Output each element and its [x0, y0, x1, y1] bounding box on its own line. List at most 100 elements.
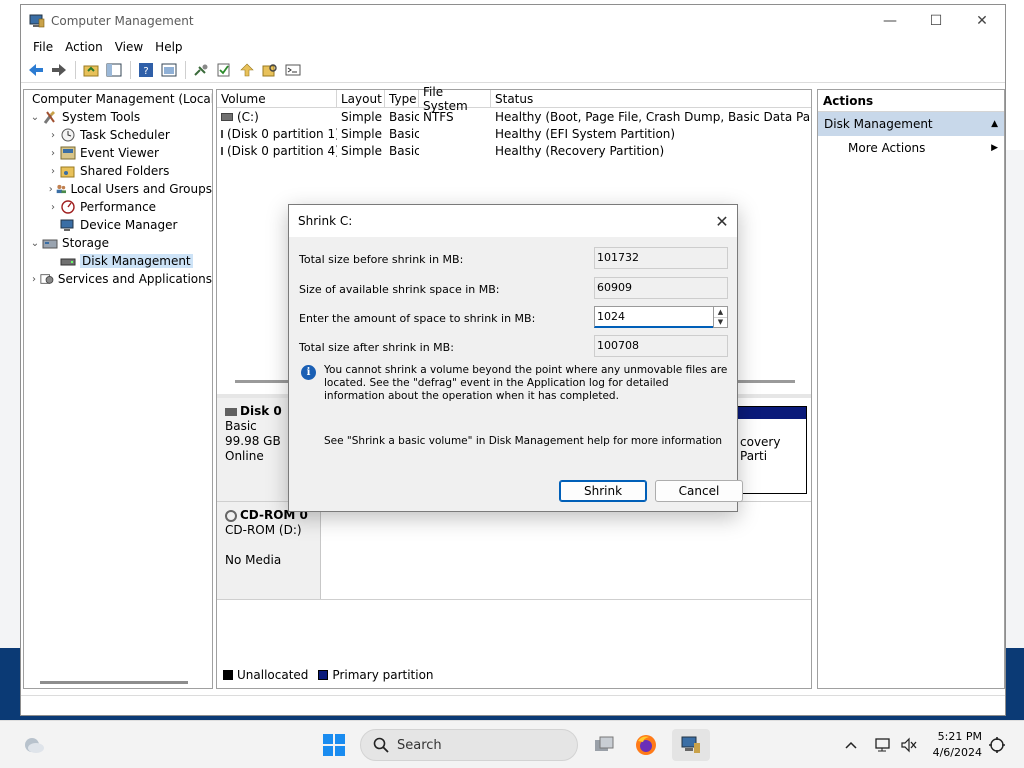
tree-item-device-manager[interactable]: Device Manager	[24, 216, 212, 234]
forward-icon[interactable]	[48, 59, 70, 81]
services-icon	[40, 274, 54, 284]
cd-icon	[225, 509, 237, 522]
weather-icon[interactable]	[18, 729, 50, 761]
menu-help[interactable]: Help	[149, 40, 188, 54]
tree-item-storage[interactable]: ⌄ Storage	[24, 234, 212, 252]
volume-list-header: Volume Layout Type File System Status	[217, 85, 811, 113]
back-icon[interactable]	[25, 59, 47, 81]
column-status[interactable]: Status	[491, 90, 811, 107]
tree-label: Services and Applications	[57, 272, 212, 286]
menu-file[interactable]: File	[27, 40, 59, 54]
total-before-label: Total size before shrink in MB:	[299, 253, 464, 266]
volume-icon	[221, 146, 223, 155]
tree-item-disk-management[interactable]: Disk Management	[24, 252, 212, 270]
menu-view[interactable]: View	[109, 40, 149, 54]
collapse-up-icon[interactable]: ▲	[991, 119, 998, 129]
column-type[interactable]: Type	[385, 90, 419, 107]
toolbar: ?	[21, 57, 1005, 83]
actions-disk-management[interactable]: Disk Management ▲	[818, 112, 1004, 136]
column-layout[interactable]: Layout	[337, 90, 385, 107]
close-button[interactable]: ✕	[959, 5, 1005, 37]
toolbar-separator	[75, 60, 76, 79]
task-view-icon[interactable]	[588, 729, 620, 761]
cdrom-0-row[interactable]: CD-ROM 0 CD-ROM (D:) No Media	[217, 502, 811, 600]
up-folder-icon[interactable]	[80, 59, 102, 81]
recovery-partition[interactable]: covery Parti	[737, 406, 807, 494]
chevron-right-icon[interactable]: ›	[46, 166, 60, 177]
help-icon[interactable]: ?	[135, 59, 157, 81]
volume-icon	[221, 112, 233, 121]
chevron-right-icon[interactable]: ›	[46, 130, 60, 141]
menu-action[interactable]: Action	[59, 40, 109, 54]
taskbar-clock[interactable]: 5:21 PM 4/6/2024	[933, 729, 982, 761]
minimize-button[interactable]: —	[867, 5, 913, 37]
firefox-icon[interactable]	[630, 729, 662, 761]
volume-layout: Simple	[341, 126, 382, 141]
cancel-button[interactable]: Cancel	[655, 480, 743, 502]
tree-item-event-viewer[interactable]: › Event Viewer	[24, 144, 212, 162]
tree-horizontal-scrollbar[interactable]	[40, 681, 188, 684]
tree-item-computer-management[interactable]: Computer Management (Local	[24, 90, 212, 108]
search-icon	[373, 737, 389, 753]
total-after-field: 100708	[594, 335, 728, 357]
tree-item-performance[interactable]: › Performance	[24, 198, 212, 216]
notification-icon[interactable]	[986, 729, 1008, 761]
toolbar-separator	[130, 60, 131, 79]
volume-row[interactable]: (C:) Simple Basic NTFS Healthy (Boot, Pa…	[217, 108, 811, 125]
toolbar-separator	[185, 60, 186, 79]
check-icon[interactable]	[213, 59, 235, 81]
tree-label: Task Scheduler	[80, 128, 170, 142]
info-icon: i	[301, 365, 316, 380]
more-actions-item[interactable]: More Actions ▶	[818, 136, 1004, 160]
search-folder-icon[interactable]	[259, 59, 281, 81]
volume-muted-icon[interactable]	[898, 729, 920, 761]
volume-row[interactable]: (Disk 0 partition 1) Simple Basic Health…	[217, 125, 811, 142]
network-icon[interactable]	[872, 729, 894, 761]
chevron-right-icon[interactable]: ›	[46, 184, 56, 195]
dialog-title-bar[interactable]: Shrink C: ✕	[289, 205, 737, 237]
tree-label: Computer Management (Local	[32, 92, 213, 106]
tree-item-task-scheduler[interactable]: › Task Scheduler	[24, 126, 212, 144]
shrink-amount-stepper[interactable]: ▲ ▼	[713, 306, 728, 328]
taskbar-search[interactable]: Search	[360, 729, 578, 761]
navigation-tree[interactable]: Computer Management (Local ⌄ System Tool…	[23, 89, 213, 689]
shrink-info-text: You cannot shrink a volume beyond the po…	[324, 364, 728, 402]
column-file-system[interactable]: File System	[419, 85, 491, 113]
connect-icon[interactable]	[190, 59, 212, 81]
chevron-up-icon[interactable]	[840, 729, 862, 761]
tree-item-shared-folders[interactable]: › Shared Folders	[24, 162, 212, 180]
device-manager-icon	[60, 219, 74, 231]
shrink-amount-input[interactable]: 1024	[594, 306, 714, 328]
chevron-right-icon[interactable]: ›	[46, 202, 60, 213]
console-icon[interactable]	[282, 59, 304, 81]
stepper-down-icon[interactable]: ▼	[714, 316, 727, 328]
chevron-right-icon[interactable]: ›	[46, 148, 60, 159]
chevron-right-icon[interactable]: ›	[28, 274, 40, 285]
show-hide-tree-icon[interactable]	[103, 59, 125, 81]
start-button[interactable]	[318, 729, 350, 761]
chevron-down-icon[interactable]: ⌄	[28, 238, 42, 249]
title-bar[interactable]: Computer Management — ☐ ✕	[21, 5, 1005, 37]
maximize-button[interactable]: ☐	[913, 5, 959, 37]
stepper-up-icon[interactable]: ▲	[714, 307, 727, 317]
submenu-arrow-icon: ▶	[991, 143, 998, 153]
properties-icon[interactable]	[158, 59, 180, 81]
volume-layout: Simple	[341, 109, 382, 124]
chevron-down-icon[interactable]: ⌄	[28, 112, 42, 123]
tree-label: System Tools	[62, 110, 141, 124]
cdrom-0-status: No Media	[225, 553, 282, 567]
performance-icon	[61, 200, 75, 214]
shrink-button[interactable]: Shrink	[559, 480, 647, 502]
arrow-up-icon[interactable]	[236, 59, 258, 81]
cdrom-0-label[interactable]: CD-ROM 0 CD-ROM (D:) No Media	[217, 502, 321, 599]
tree-item-system-tools[interactable]: ⌄ System Tools	[24, 108, 212, 126]
column-volume[interactable]: Volume	[217, 90, 337, 107]
computer-management-icon	[29, 14, 45, 28]
total-before-field: 101732	[594, 247, 728, 269]
tree-item-services-and-applications[interactable]: › Services and Applications	[24, 270, 212, 288]
computer-management-taskbar-icon[interactable]	[672, 729, 710, 761]
volume-row[interactable]: (Disk 0 partition 4) Simple Basic Health…	[217, 142, 811, 159]
tree-item-local-users-and-groups[interactable]: › Local Users and Groups	[24, 180, 212, 198]
dialog-close-button[interactable]: ✕	[707, 212, 737, 231]
tools-icon	[43, 111, 55, 124]
